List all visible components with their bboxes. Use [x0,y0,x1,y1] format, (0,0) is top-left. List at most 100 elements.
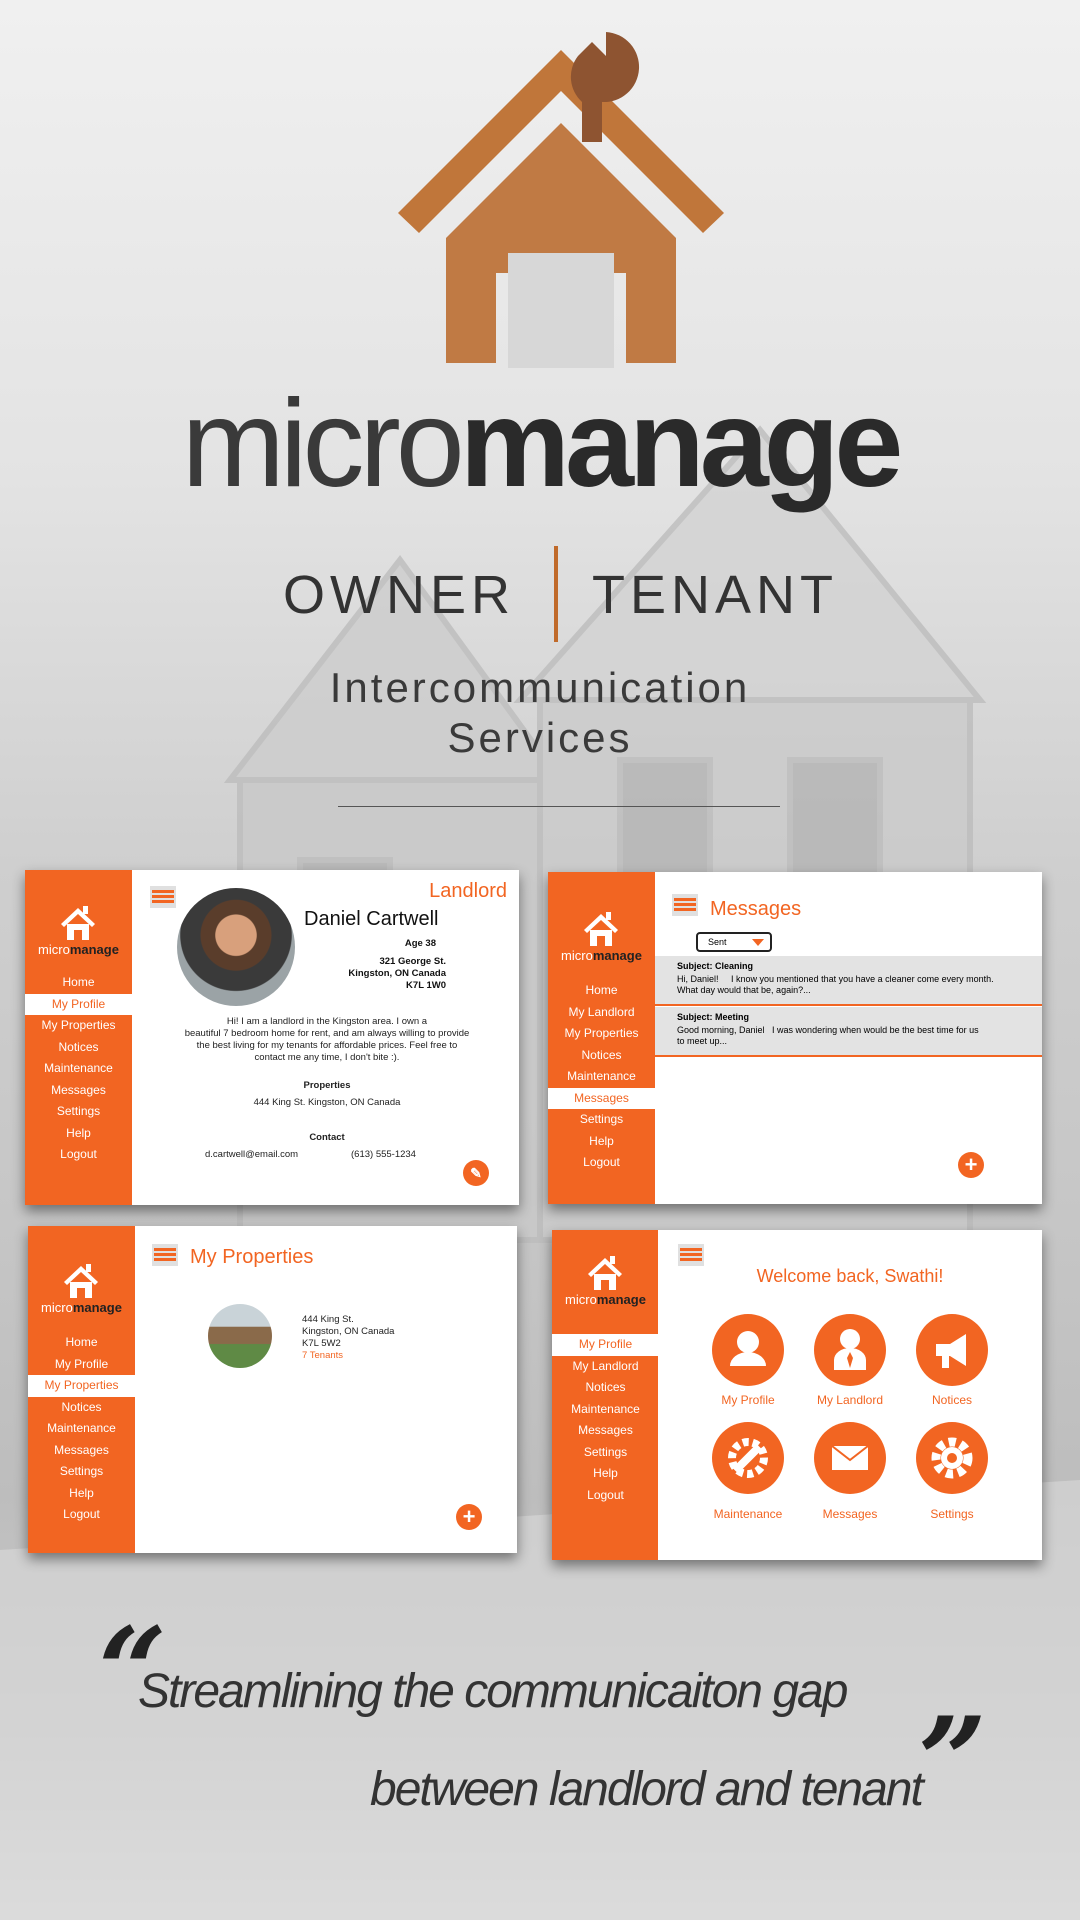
nav-my-landlord[interactable]: My Landlord [548,1002,655,1024]
sidebar-brand-part-1: micro [561,948,593,963]
tenant-count: 7 Tenants [302,1350,344,1361]
nav-help[interactable]: Help [548,1131,655,1153]
megaphone-icon [936,1334,966,1368]
tile-notices[interactable] [916,1314,988,1386]
tile-my-profile[interactable] [712,1314,784,1386]
contact-email[interactable]: d.cartwell@email.com [205,1149,298,1160]
nav-home[interactable]: Home [25,972,132,994]
nav-logout[interactable]: Logout [28,1504,135,1526]
nav-messages[interactable]: Messages [28,1440,135,1462]
nav-settings[interactable]: Settings [28,1461,135,1483]
sidebar: micromanage Home My Profile My Propertie… [25,870,132,1205]
nav-my-landlord[interactable]: My Landlord [552,1356,659,1378]
sidebar-brand-part-1: micro [41,1300,73,1315]
nav-logout[interactable]: Logout [25,1144,132,1166]
nav-help[interactable]: Help [552,1463,659,1485]
sidebar: micromanage Home My Landlord My Properti… [548,872,655,1204]
menu-icon[interactable] [678,1244,704,1266]
nav-my-properties[interactable]: My Properties [25,1015,132,1037]
roles: OWNER TENANT [0,546,1080,642]
plus-icon[interactable]: + [958,1152,984,1178]
nav-maintenance[interactable]: Maintenance [28,1418,135,1440]
role-label: Landlord [429,880,507,902]
nav-my-profile[interactable]: My Profile [25,993,132,1015]
contact-heading: Contact [309,1132,345,1143]
nav-settings[interactable]: Settings [548,1109,655,1131]
tile-label: Notices [931,1393,972,1407]
nav-settings[interactable]: Settings [552,1442,659,1464]
nav-maintenance[interactable]: Maintenance [25,1058,132,1080]
roles-divider [554,546,558,642]
property-thumbnail[interactable] [208,1304,272,1368]
sidebar-brand: micromanage [552,1292,659,1307]
nav-home[interactable]: Home [548,980,655,1002]
house-logo-icon [61,906,95,940]
menu-icon[interactable] [150,886,176,908]
nav-maintenance[interactable]: Maintenance [548,1066,655,1088]
message-item[interactable]: Subject: Meeting Good morning, Daniel I … [655,1007,1042,1057]
bio-line-3: the best living for my tenants for affor… [196,1040,458,1051]
property-info[interactable]: 444 King St. Kingston, ON Canada K7L 5W2… [302,1314,394,1362]
message-item[interactable]: Subject: Cleaning Hi, Daniel! I know you… [655,956,1042,1006]
profile-screen: micromanage Home My Profile My Propertie… [25,870,519,1205]
brand-part-2: manage [459,375,904,513]
house-wrench-logo [398,32,724,368]
tile-my-landlord[interactable] [814,1314,886,1386]
bio-line-4: contact me any time, I don't bite :). [254,1052,400,1063]
address-line-3: K7L 1W0 [406,980,446,991]
properties-heading: Properties [303,1080,351,1091]
nav-messages[interactable]: Messages [552,1420,659,1442]
nav-notices[interactable]: Notices [548,1045,655,1067]
tile-settings[interactable] [916,1422,988,1494]
contact-phone[interactable]: (613) 555-1234 [351,1149,416,1160]
house-logo-icon [64,1264,98,1298]
bio-line-1: Hi! I am a landlord in the Kingston area… [226,1016,428,1027]
home-screen: micromanage My Profile My Landlord Notic… [552,1230,1042,1560]
house-logo-icon [584,912,618,946]
sidebar-brand-part-2: manage [592,948,642,963]
nav-messages[interactable]: Messages [548,1087,655,1109]
tagline-line-2: Services [447,714,633,761]
nav-my-properties[interactable]: My Properties [28,1375,135,1397]
message-subject: Subject: Cleaning [677,961,754,971]
nav-my-properties[interactable]: My Properties [548,1023,655,1045]
nav-notices[interactable]: Notices [552,1377,659,1399]
page-title: My Properties [190,1246,314,1268]
landlord-icon [834,1329,866,1370]
menu-icon[interactable] [152,1244,178,1266]
nav-maintenance[interactable]: Maintenance [552,1399,659,1421]
property-line-2: Kingston, ON Canada [302,1326,395,1337]
filter-select[interactable]: Sent [696,932,772,952]
sidebar-brand-part-2: manage [72,1300,122,1315]
nav-notices[interactable]: Notices [28,1397,135,1419]
nav-help[interactable]: Help [28,1483,135,1505]
tile-maintenance[interactable] [712,1422,784,1494]
bio-line-2: beautiful 7 bedroom home for rent, and a… [184,1028,470,1039]
nav-logout[interactable]: Logout [552,1485,659,1507]
property-line-3: K7L 5W2 [302,1338,341,1349]
nav-my-profile[interactable]: My Profile [552,1334,659,1356]
chevron-down-icon [752,939,764,946]
tagline: Intercommunication Services [0,663,1080,763]
tile-messages[interactable] [814,1422,886,1494]
nav-my-profile[interactable]: My Profile [28,1354,135,1376]
message-preview-2: to meet up... [677,1036,728,1046]
brand-part-1: micro [181,375,465,513]
profile-age: Age 38 [404,938,436,949]
plus-icon[interactable]: + [456,1504,482,1530]
sidebar-brand: micromanage [25,942,132,957]
nav-notices[interactable]: Notices [25,1037,132,1059]
sidebar-brand-part-2: manage [596,1292,646,1307]
message-preview-1: Good morning, Daniel I was wondering whe… [677,1025,979,1035]
sidebar-brand-part-2: manage [69,942,119,957]
nav-home[interactable]: Home [28,1332,135,1354]
pencil-icon[interactable]: ✎ [463,1160,489,1186]
house-logo-icon [588,1256,622,1290]
menu-icon[interactable] [672,894,698,916]
nav-settings[interactable]: Settings [25,1101,132,1123]
message-preview-2: What day would that be, again?... [677,985,811,995]
welcome-heading: Welcome back, Swathi! [756,1266,944,1286]
nav-help[interactable]: Help [25,1123,132,1145]
nav-messages[interactable]: Messages [25,1080,132,1102]
nav-logout[interactable]: Logout [548,1152,655,1174]
